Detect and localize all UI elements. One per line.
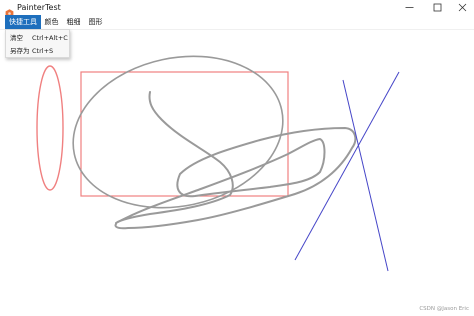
menu-item-save-as[interactable]: 另存为 Ctrl+S (6, 45, 70, 58)
menu-color[interactable]: 颜色 (43, 15, 60, 29)
menu-item-clear[interactable]: 清空 Ctrl+Alt+C (6, 32, 70, 45)
minimize-icon (405, 7, 413, 8)
blue-line-1 (294, 71, 400, 261)
menu-quick-tools[interactable]: 快捷工具 (5, 15, 41, 29)
menu-shape[interactable]: 图形 (87, 15, 104, 29)
menu-item-clear-label: 清空 (10, 34, 23, 42)
drawing-canvas[interactable] (0, 30, 474, 316)
gray-freehand-stroke (114, 91, 357, 230)
watermark: CSDN @Jason Eric (419, 306, 469, 312)
close-button[interactable] (450, 0, 474, 15)
app-icon (5, 3, 14, 18)
menu-item-save-as-label: 另存为 (10, 47, 30, 55)
title-bar[interactable]: PainterTest (0, 0, 474, 18)
quick-tools-dropdown: 清空 Ctrl+Alt+C 另存为 Ctrl+S (5, 29, 70, 58)
painter-window: PainterTest 快捷工具 颜色 粗细 图形 清空 Ctrl+Alt+C … (0, 0, 474, 316)
maximize-icon (433, 3, 441, 12)
minimize-button[interactable] (397, 0, 421, 15)
menu-bar: 快捷工具 颜色 粗细 图形 (0, 15, 474, 30)
menu-item-clear-shortcut: Ctrl+Alt+C (32, 34, 68, 42)
maximize-button[interactable] (425, 0, 449, 15)
window-title: PainterTest (17, 3, 61, 12)
red-ellipse (36, 65, 64, 191)
red-rectangle (80, 71, 289, 197)
menu-thickness[interactable]: 粗细 (65, 15, 82, 29)
close-icon (458, 3, 466, 12)
blue-line-2 (342, 79, 389, 272)
menu-item-save-as-shortcut: Ctrl+S (32, 47, 54, 55)
